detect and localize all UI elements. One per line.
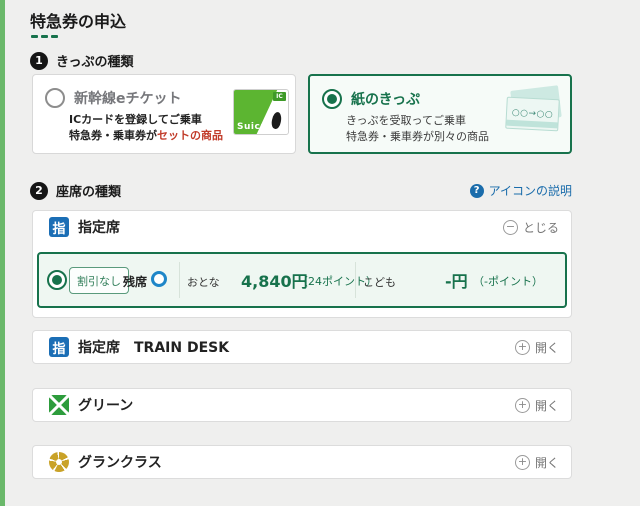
collapse-toggle[interactable]: − とじる	[503, 219, 559, 236]
panel-green-car-label: グリーン	[78, 395, 133, 415]
expand-label: 開く	[535, 339, 559, 356]
option-eticket-line2: 特急券・乗車券がセットの商品	[69, 128, 223, 143]
suica-logo-text: Suica	[237, 122, 267, 132]
child-price: -円	[445, 268, 468, 292]
page-title: 特急券の申込	[30, 8, 126, 32]
radio-unselected-icon[interactable]	[45, 88, 65, 108]
child-label: こども	[363, 274, 396, 290]
panel-green-car: グリーン + 開く	[32, 388, 572, 422]
reserved-seat-icon: 指	[49, 337, 69, 357]
section-ticket-type-title: きっぷの種類	[56, 51, 133, 70]
icon-help-label: アイコンの説明	[489, 182, 572, 199]
expand-label: 開く	[535, 454, 559, 471]
minus-circle-icon: −	[503, 220, 518, 235]
question-icon: ?	[470, 184, 484, 198]
divider	[355, 262, 356, 298]
section-seat-type-title: 座席の種類	[56, 181, 121, 200]
collapse-label: とじる	[523, 219, 559, 236]
ticket-route-text: ○○→○○	[512, 108, 554, 120]
radio-selected-icon[interactable]	[322, 89, 342, 109]
plus-circle-icon: +	[515, 340, 530, 355]
step-1-badge: 1	[30, 52, 48, 70]
panel-train-desk-header[interactable]: 指 指定席 TRAIN DESK + 開く	[33, 331, 571, 363]
step-2-badge: 2	[30, 182, 48, 200]
option-eticket-line2-black: 特急券・乗車券が	[69, 129, 157, 142]
green-car-clover-icon	[49, 395, 69, 415]
panel-train-desk-label: 指定席 TRAIN DESK	[78, 337, 229, 357]
expand-toggle[interactable]: + 開く	[515, 339, 559, 356]
icon-help-link[interactable]: ? アイコンの説明	[470, 182, 572, 199]
panel-reserved-seat: 指 指定席 − とじる 割引なし 残席 おとな 4,840円 （24ポイント） …	[32, 210, 572, 318]
option-eticket-line2-red: セットの商品	[157, 129, 223, 142]
section-ticket-type-header: 1 きっぷの種類	[30, 51, 133, 70]
section-seat-type-header: 2 座席の種類	[30, 181, 121, 200]
option-paper-ticket[interactable]: 紙のきっぷ きっぷを受取ってご乗車 特急券・乗車券が別々の商品 ○○→○○	[308, 74, 572, 154]
panel-granclass-label: グランクラス	[78, 452, 162, 472]
reserved-seat-icon: 指	[49, 217, 69, 237]
suica-penguin-icon	[271, 111, 283, 129]
expand-toggle[interactable]: + 開く	[515, 397, 559, 414]
panel-train-desk: 指 指定席 TRAIN DESK + 開く	[32, 330, 572, 364]
ticket-type-options: 新幹線eチケット ICカードを登録してご乗車 特急券・乗車券がセットの商品 Su…	[32, 74, 572, 154]
ic-logo: IC	[273, 92, 286, 101]
discount-chip: 割引なし	[69, 267, 129, 294]
option-paper-line1: きっぷを受取ってご乗車	[346, 113, 466, 128]
option-eticket-line1: ICカードを登録してご乗車	[69, 112, 202, 127]
plus-circle-icon: +	[515, 455, 530, 470]
ticket-front: ○○→○○	[505, 97, 560, 132]
panel-granclass: グランクラス + 開く	[32, 445, 572, 479]
expand-toggle[interactable]: + 開く	[515, 454, 559, 471]
expand-label: 開く	[535, 397, 559, 414]
reserved-fare-option[interactable]: 割引なし 残席 おとな 4,840円 （24ポイント） こども -円 （-ポイン…	[37, 252, 567, 308]
option-shinkansen-eticket[interactable]: 新幹線eチケット ICカードを登録してご乗車 特急券・乗車券がセットの商品 Su…	[32, 74, 296, 154]
left-accent-bar	[0, 0, 5, 506]
panel-green-car-header[interactable]: グリーン + 開く	[33, 389, 571, 421]
suica-card-icon: Suica IC	[233, 89, 289, 135]
remaining-seats-label: 残席	[123, 273, 147, 290]
panel-granclass-header[interactable]: グランクラス + 開く	[33, 446, 571, 478]
option-eticket-title: 新幹線eチケット	[74, 88, 182, 108]
fare-radio-selected-icon[interactable]	[47, 270, 67, 290]
title-underline-decoration	[31, 35, 58, 38]
option-paper-title: 紙のきっぷ	[351, 89, 420, 109]
ticket-stripe	[506, 120, 557, 129]
panel-reserved-header[interactable]: 指 指定席 − とじる	[33, 211, 571, 243]
option-paper-line2: 特急券・乗車券が別々の商品	[346, 129, 489, 144]
panel-reserved-label: 指定席	[78, 217, 120, 237]
plus-circle-icon: +	[515, 398, 530, 413]
adult-label: おとな	[187, 274, 220, 290]
availability-circle-icon	[151, 271, 167, 287]
granclass-emblem-icon	[49, 452, 69, 472]
paper-tickets-icon: ○○→○○	[504, 86, 562, 138]
child-points: （-ポイント）	[473, 273, 543, 289]
divider	[179, 262, 180, 298]
